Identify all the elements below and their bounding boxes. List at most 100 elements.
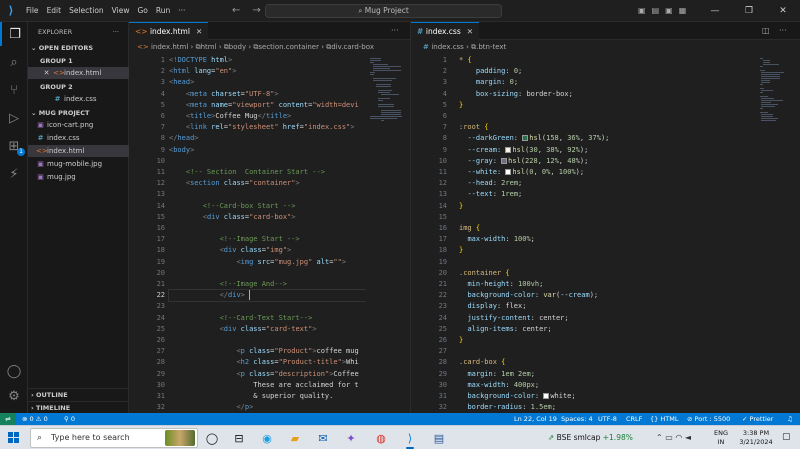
back-arrow-icon[interactable]: ← — [232, 0, 240, 22]
close-icon[interactable]: ✕ — [766, 0, 800, 22]
minimap-line — [760, 66, 763, 67]
menu-run[interactable]: Run — [152, 0, 174, 22]
explorer-icon[interactable]: ❐ — [0, 22, 28, 46]
more-actions-icon[interactable]: ··· — [391, 22, 399, 40]
gear-icon[interactable]: ⚙ — [0, 384, 28, 408]
forward-arrow-icon[interactable]: → — [252, 0, 260, 22]
file-index-css[interactable]: # index.css — [28, 132, 129, 144]
toggle-panel-icon[interactable]: ▤ — [652, 0, 660, 22]
crumb-html[interactable]: html — [201, 43, 217, 51]
code-token: : — [492, 369, 502, 378]
line-endings[interactable]: CRLF — [626, 413, 642, 425]
more-actions-icon[interactable]: ··· — [113, 26, 119, 38]
crumb-body[interactable]: body — [229, 43, 246, 51]
menu-selection[interactable]: Selection — [65, 0, 108, 22]
menu-more[interactable]: ··· — [174, 0, 189, 22]
volume-icon[interactable]: ◄ — [685, 433, 691, 442]
crumb-selector[interactable]: .btn-text — [476, 43, 506, 51]
timeline-section[interactable]: › TIMELINE — [28, 401, 129, 413]
stock-widget[interactable]: ⇗ BSE smlcap +1.98% — [548, 426, 633, 449]
close-icon[interactable]: ✕ — [467, 27, 473, 36]
crumb-file[interactable]: index.html — [151, 43, 188, 51]
indentation[interactable]: Spaces: 4 — [561, 413, 593, 425]
project-section[interactable]: ⌄ MUG PROJECT — [28, 107, 129, 119]
copilot-icon[interactable]: ✦ — [342, 429, 360, 447]
code-line: <html lang="en"> — [169, 66, 236, 77]
open-editor-index-html[interactable]: ✕ <>index.html — [28, 67, 129, 79]
minimize-icon[interactable]: — — [698, 0, 732, 22]
menu-edit[interactable]: Edit — [43, 0, 66, 22]
file-explorer-icon[interactable]: ▰ — [286, 429, 304, 447]
toggle-sidebar-icon[interactable]: ▣ — [638, 0, 646, 22]
live-server-port[interactable]: ⊘ Port : 5500 — [687, 413, 730, 425]
command-center[interactable]: ⌕ Mug Project — [265, 4, 502, 18]
outline-section[interactable]: › OUTLINE — [28, 388, 129, 400]
network-icon[interactable]: ▭ — [665, 433, 673, 442]
code-token: ); — [589, 291, 599, 300]
crumb-file[interactable]: index.css — [431, 43, 464, 51]
customize-layout-icon[interactable]: ▦ — [679, 0, 687, 22]
source-control-icon[interactable]: ⑂ — [0, 78, 28, 102]
remote-indicator-icon[interactable]: ⇌ — [0, 413, 16, 425]
wifi-icon[interactable]: ◠ — [675, 433, 682, 442]
chevron-up-icon[interactable]: ⌃ — [656, 433, 663, 442]
taskbar-search-box[interactable]: ⌕ Type here to search — [30, 428, 198, 448]
code-token: class — [236, 324, 262, 333]
clock[interactable]: 3:38 PM 3/21/2024 — [734, 429, 778, 447]
code-token: div — [206, 212, 220, 221]
left-minimap[interactable] — [366, 54, 410, 413]
split-editor-icon[interactable]: ◫ — [762, 22, 770, 40]
windows-start-icon[interactable] — [8, 432, 20, 444]
close-icon[interactable]: ✕ — [196, 27, 202, 36]
chrome-browser-icon[interactable]: ◍ — [372, 429, 390, 447]
mail-icon[interactable]: ✉ — [314, 429, 332, 447]
notification-icon[interactable]: ▢ — [782, 432, 791, 442]
more-actions-icon[interactable]: ··· — [779, 22, 787, 40]
prettier-status[interactable]: ✓ Prettier — [742, 413, 773, 425]
menu-go[interactable]: Go — [133, 0, 151, 22]
close-icon[interactable]: ✕ — [42, 67, 51, 79]
ports-indicator[interactable]: ⚲ 0 — [64, 413, 75, 425]
left-code-editor[interactable]: 1 <!DOCTYPE html> 2 <html lang="en"> 3 <head>… — [129, 54, 366, 413]
menu-file[interactable]: File — [22, 0, 43, 22]
widgets-icon[interactable]: ⊟ — [230, 429, 248, 447]
search-icon[interactable]: ⌕ — [0, 50, 28, 74]
vscode-taskbar-icon[interactable]: ⟩ — [401, 429, 419, 449]
code-token: meta — [190, 100, 207, 109]
tab-index-html[interactable]: <> index.html ✕ — [129, 22, 209, 40]
file-icon-cart-png[interactable]: ▣ icon-cart.png — [28, 119, 129, 131]
tab-index-css[interactable]: # index.css ✕ — [411, 22, 480, 40]
language-indicator[interactable]: ENG IN — [712, 429, 730, 447]
remote-icon[interactable]: ⚡ — [0, 162, 28, 186]
language-mode[interactable]: {} HTML — [650, 413, 678, 425]
account-icon[interactable]: ◯ — [0, 359, 28, 383]
code-token: : — [492, 179, 502, 188]
code-line: max-width: 400px; — [459, 380, 539, 391]
cursor-position[interactable]: Ln 22, Col 19 — [514, 413, 557, 425]
bell-icon[interactable]: ♫ — [787, 413, 793, 425]
crumb-div[interactable]: div.card-box — [331, 43, 374, 51]
line-number: 32 — [438, 403, 447, 412]
file-mug-mobile-jpg[interactable]: ▣ mug-mobile.jpg — [28, 158, 129, 170]
restore-icon[interactable]: ❐ — [732, 0, 766, 22]
edge-browser-icon[interactable]: ◉ — [258, 429, 276, 447]
file-index-html[interactable]: <>index.html — [28, 145, 129, 157]
toggle-secondary-sidebar-icon[interactable]: ▣ — [665, 0, 673, 22]
task-view-icon[interactable]: ◯ — [203, 429, 221, 447]
run-debug-icon[interactable]: ▷ — [0, 106, 28, 130]
code-token: class — [249, 358, 275, 367]
word-icon[interactable]: ▤ — [430, 429, 448, 447]
open-editors-section[interactable]: ⌄ OPEN EDITORS — [28, 42, 129, 54]
right-code-editor[interactable]: 1 * {2 padding: 0; 3 margin: 0; 4 box-sizin… — [411, 54, 756, 413]
right-minimap[interactable] — [756, 54, 800, 413]
encoding[interactable]: UTF-8 — [598, 413, 617, 425]
extensions-icon[interactable]: ⊞ 1 — [0, 134, 28, 158]
menu-view[interactable]: View — [108, 0, 134, 22]
crumb-section[interactable]: section.container — [258, 43, 319, 51]
code-line: img { — [459, 223, 480, 234]
file-mug-jpg[interactable]: ▣ mug.jpg — [28, 171, 129, 183]
open-editor-index-css[interactable]: # index.css — [28, 93, 129, 105]
problems-indicator[interactable]: ⊗ 0 ⚠ 0 — [22, 413, 48, 425]
code-token: : — [505, 67, 514, 76]
